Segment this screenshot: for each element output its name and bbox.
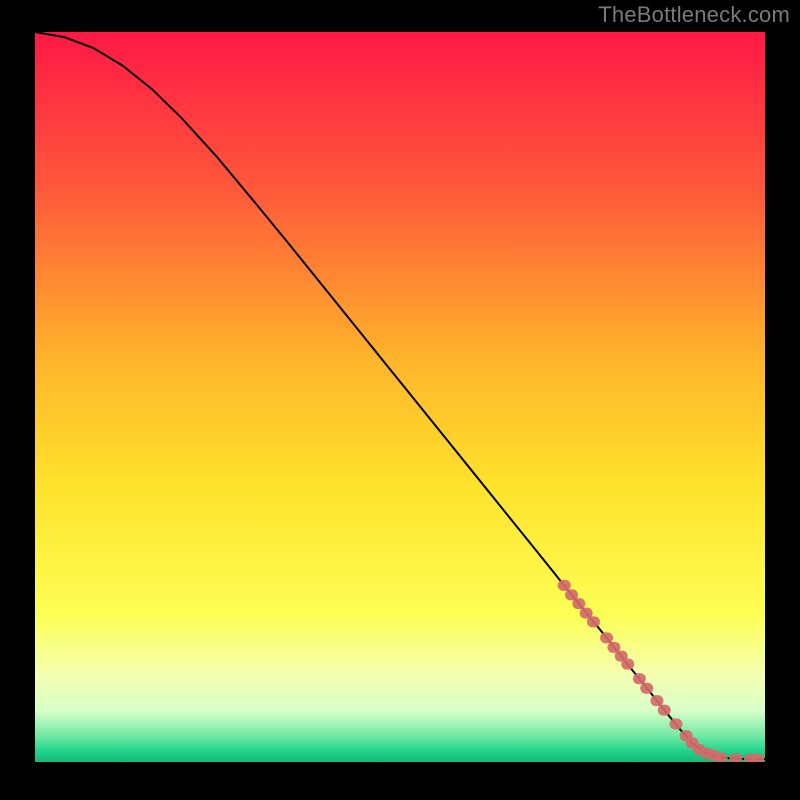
chart-svg (35, 32, 765, 762)
data-marker (558, 580, 571, 591)
data-marker (650, 695, 663, 706)
data-marker (621, 659, 634, 670)
data-marker (669, 719, 682, 730)
data-marker (640, 683, 653, 694)
data-marker (572, 598, 585, 609)
data-marker (658, 705, 671, 716)
chart-frame: TheBottleneck.com (0, 0, 800, 800)
data-marker (587, 616, 600, 627)
gradient-background (35, 32, 765, 762)
attribution-label: TheBottleneck.com (598, 2, 790, 28)
data-marker (633, 673, 646, 684)
data-marker (715, 752, 728, 762)
plot-area (35, 32, 765, 762)
data-marker (729, 753, 742, 762)
data-marker (600, 632, 613, 643)
